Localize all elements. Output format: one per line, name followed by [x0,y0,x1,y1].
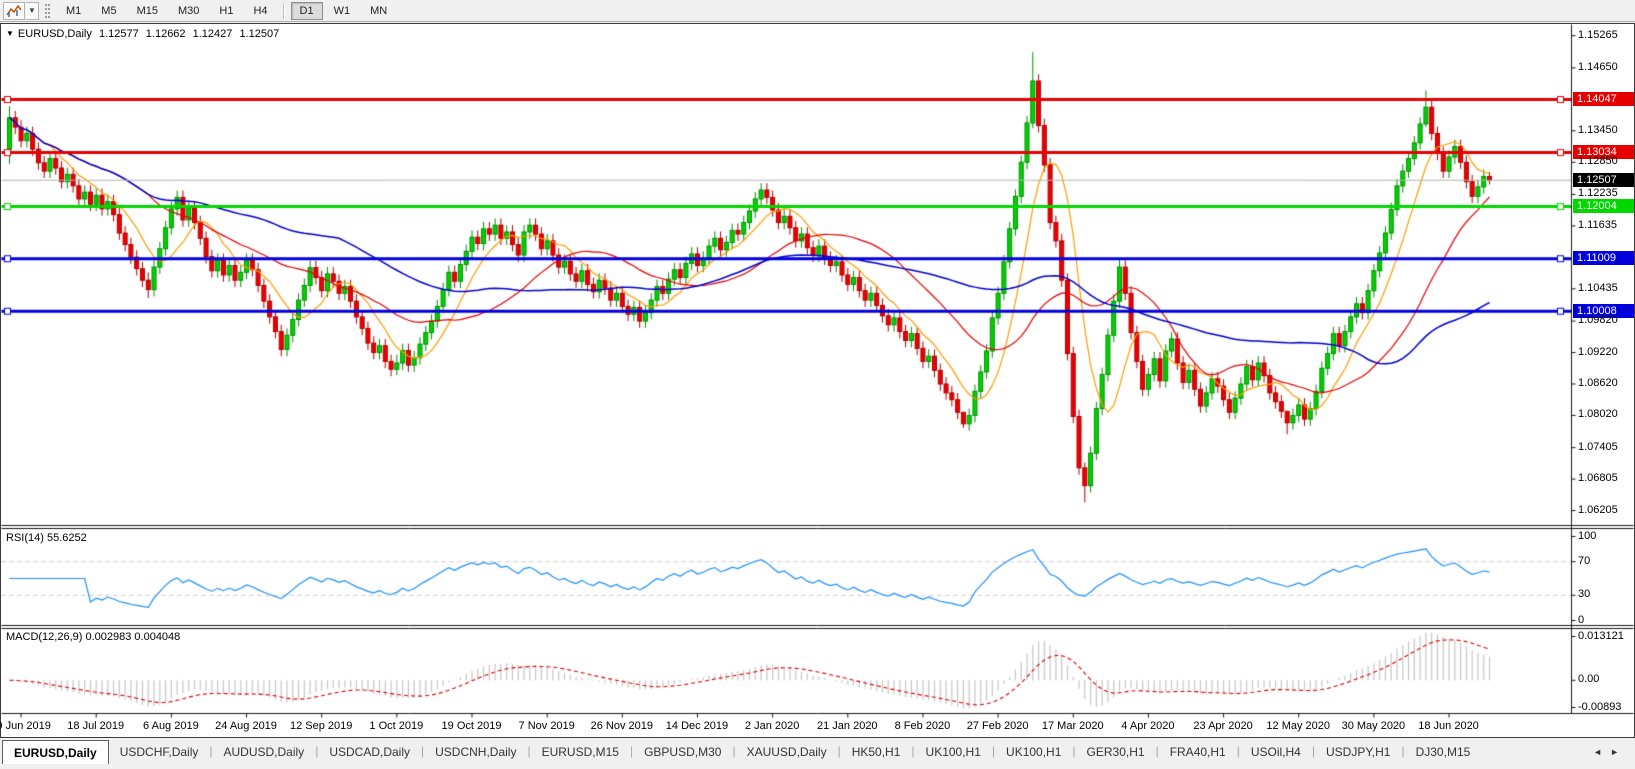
rsi-axis-label-70: 70 [1578,554,1591,567]
price-label-1.06205: 1.06205 [1578,503,1618,516]
timeframe-button-d1[interactable]: D1 [290,1,323,20]
date-label-16: 23 Apr 2020 [1193,720,1253,732]
price-label-1.14047: 1.14047 [1573,92,1634,107]
timeframe-button-w1[interactable]: W1 [325,2,360,20]
timeframe-button-m15[interactable]: M15 [128,2,167,20]
tab-usdcad-daily[interactable]: USDCAD,Daily [318,740,421,764]
chart-tabs: EURUSD,Daily USDCHF,Daily | AUDUSD,Daily | US… [0,740,1481,764]
macd-axis-label-2: -0.00893 [1578,700,1622,713]
timeframe-buttons: M1 M5 M15 M30 H1 H4 D1 W1 MN [56,1,397,20]
price-label-1.06805: 1.06805 [1578,472,1618,485]
price-label-1.12004: 1.12004 [1573,199,1634,214]
tab-uk100-h1[interactable]: UK100,H1 [915,740,992,764]
rsi-axis-label-0: 0 [1578,613,1585,626]
price-label-1.12850: 1.12850 [1578,155,1618,168]
price-label-1.08020: 1.08020 [1578,408,1618,421]
date-label-18: 30 May 2020 [1341,720,1406,732]
date-label-1: 18 Jul 2019 [67,720,125,732]
rsi-axis-label-30: 30 [1578,588,1591,601]
tab-scroll-right-button[interactable]: ► [1610,747,1627,757]
price-label-1.07405: 1.07405 [1578,440,1618,453]
chart-symbol-label: EURUSD,Daily [17,28,92,40]
tab-usoil-h4[interactable]: USOil,H4 [1240,740,1312,764]
date-label-7: 7 Nov 2019 [518,720,575,732]
tab-gbpusd-m30[interactable]: GBPUSD,M30 [633,740,732,764]
tab-scroll-arrows: ◄► [1593,747,1627,757]
toolbar-grip-handle[interactable] [45,3,50,18]
price-label-1.11009: 1.11009 [1573,251,1634,266]
collapse-triangle-icon[interactable]: ▼ [6,29,14,38]
indicators-icon[interactable] [3,1,25,20]
rsi-axis-label-100: 100 [1578,529,1597,542]
tab-scroll-left-button[interactable]: ◄ [1593,747,1610,757]
timeframe-button-h4[interactable]: H4 [244,2,276,20]
timeframe-button-m1[interactable]: M1 [57,2,90,20]
price-label-1.09220: 1.09220 [1578,345,1618,358]
macd-axis-label-0: 0.013121 [1578,629,1624,642]
chevron-down-icon[interactable]: ▼ [26,1,39,20]
ohlc-high: 1.12662 [145,28,186,40]
timeframe-button-m30[interactable]: M30 [169,2,208,20]
tab-eurusd-m15[interactable]: EURUSD,M15 [531,740,630,764]
chart-window: ▼ EURUSD,Daily 1.12577 1.12662 1.12427 1.… [0,23,1635,738]
ohlc-close: 1.12507 [239,28,280,40]
tab-hk50-h1[interactable]: HK50,H1 [841,740,912,764]
macd-axis-label-1: 0.00 [1578,673,1600,686]
rsi-indicator-label: RSI(14) 55.6252 [6,532,87,544]
date-label-19: 18 Jun 2020 [1418,720,1479,732]
price-label-1.08620: 1.08620 [1578,376,1618,389]
ohlc-low: 1.12427 [192,28,233,40]
tab-usdjpy-h1[interactable]: USDJPY,H1 [1315,740,1401,764]
price-label-1.14650: 1.14650 [1578,60,1618,73]
tab-ger30-h1[interactable]: GER30,H1 [1076,740,1156,764]
tab-eurusd-daily[interactable]: EURUSD,Daily [2,740,109,764]
chart-tab-bar: EURUSD,Daily USDCHF,Daily | AUDUSD,Daily | US… [0,738,1635,769]
tab-xauusd-daily[interactable]: XAUUSD,Daily [736,740,838,764]
date-label-10: 2 Jan 2020 [744,720,800,732]
timeframe-toolbar: ▼ M1 M5 M15 M30 H1 H4 D1 W1 MN [0,0,1635,22]
tab-dj30-m15[interactable]: DJ30,M15 [1405,740,1482,764]
price-label-1.12507: 1.12507 [1573,172,1634,187]
ohlc-open: 1.12577 [98,28,139,40]
date-label-11: 21 Jan 2020 [817,720,878,732]
chart-canvas[interactable] [1,24,1634,737]
price-label-1.13450: 1.13450 [1578,123,1618,136]
date-label-3: 24 Aug 2019 [215,720,277,732]
date-label-13: 27 Feb 2020 [966,720,1029,732]
tab-usdcnh-daily[interactable]: USDCNH,Daily [424,740,527,764]
date-label-17: 12 May 2020 [1266,720,1331,732]
timeframe-button-h1[interactable]: H1 [210,2,242,20]
date-label-4: 12 Sep 2019 [289,720,353,732]
date-label-6: 19 Oct 2019 [441,720,502,732]
date-label-14: 17 Mar 2020 [1041,720,1104,732]
price-label-1.11635: 1.11635 [1578,218,1617,231]
date-label-0: 29 Jun 2019 [0,720,51,732]
timeframe-button-mn[interactable]: MN [361,2,396,20]
date-label-8: 26 Nov 2019 [590,720,654,732]
timeframe-button-m5[interactable]: M5 [92,2,125,20]
date-label-15: 4 Apr 2020 [1121,720,1175,732]
tab-audusd-daily[interactable]: AUDUSD,Daily [213,740,316,764]
chart-title: ▼ EURUSD,Daily 1.12577 1.12662 1.12427 1.… [6,28,283,40]
date-label-5: 1 Oct 2019 [369,720,424,732]
price-label-1.10435: 1.10435 [1578,281,1618,294]
macd-indicator-label: MACD(12,26,9) 0.002983 0.004048 [6,631,181,643]
date-label-12: 8 Feb 2020 [894,720,951,732]
date-label-2: 6 Aug 2019 [143,720,199,732]
price-label-1.09820: 1.09820 [1578,314,1618,327]
tab-fra40-h1[interactable]: FRA40,H1 [1159,740,1237,764]
tab-uk100-h1[interactable]: UK100,H1 [995,740,1072,764]
date-label-9: 14 Dec 2019 [665,720,729,732]
toolbar-separator [282,2,285,19]
price-label-1.15265: 1.15265 [1578,28,1618,41]
tab-usdchf-daily[interactable]: USDCHF,Daily [109,740,210,764]
